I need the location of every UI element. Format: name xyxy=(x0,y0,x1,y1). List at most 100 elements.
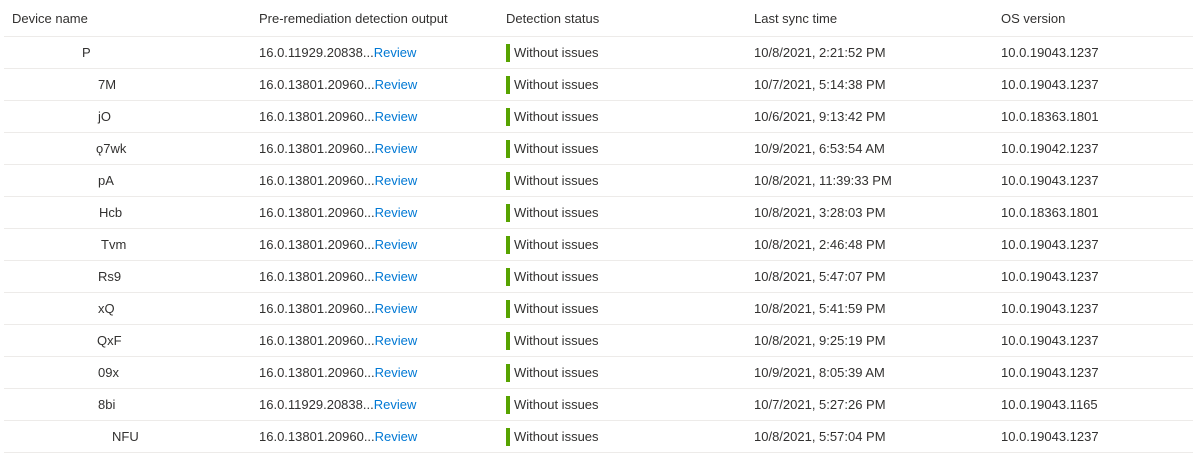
detection-status-cell: Without issues xyxy=(506,171,599,190)
device-name-cell[interactable]: pA xyxy=(98,173,114,188)
status-text: Without issues xyxy=(514,77,599,92)
pre-output-text: 16.0.13801.20960... xyxy=(259,429,375,444)
os-version-cell: 10.0.19043.1237 xyxy=(1001,365,1099,380)
pre-output-text: 16.0.11929.20838... xyxy=(259,45,374,60)
pre-output-cell: 16.0.13801.20960...Review xyxy=(259,301,417,316)
device-name-cell[interactable]: P xyxy=(82,45,91,60)
pre-output-text: 16.0.13801.20960... xyxy=(259,141,375,156)
os-version-cell: 10.0.18363.1801 xyxy=(1001,205,1099,220)
pre-output-text: 16.0.13801.20960... xyxy=(259,77,375,92)
status-indicator-icon xyxy=(506,171,510,190)
detection-status-cell: Without issues xyxy=(506,43,599,62)
status-indicator-icon xyxy=(506,395,510,414)
device-name-cell[interactable]: xQ xyxy=(98,301,115,316)
review-link[interactable]: Review xyxy=(375,301,418,316)
table-row[interactable]: Rs9 16.0.13801.20960...Review Without issu… xyxy=(4,261,1193,293)
pre-output-text: 16.0.13801.20960... xyxy=(259,205,375,220)
table-row[interactable]: NFU 16.0.13801.20960...Review Without issu… xyxy=(4,421,1193,453)
table-row[interactable]: xQ 16.0.13801.20960...Review Without issue… xyxy=(4,293,1193,325)
os-version-cell: 10.0.19043.1237 xyxy=(1001,301,1099,316)
column-header-last-sync[interactable]: Last sync time xyxy=(754,11,837,26)
device-name-cell[interactable]: NFU xyxy=(112,429,139,444)
pre-output-cell: 16.0.13801.20960...Review xyxy=(259,109,417,124)
table-body: P 16.0.11929.20838...Review Without issues… xyxy=(4,37,1193,453)
status-text: Without issues xyxy=(514,173,599,188)
device-name-cell[interactable]: 8bi xyxy=(98,397,115,412)
review-link[interactable]: Review xyxy=(375,333,418,348)
status-text: Without issues xyxy=(514,45,599,60)
pre-output-cell: 16.0.11929.20838...Review xyxy=(259,397,416,412)
status-indicator-icon xyxy=(506,107,510,126)
last-sync-cell: 10/9/2021, 8:05:39 AM xyxy=(754,365,885,380)
table-row[interactable]: Hcb 16.0.13801.20960...Review Without issu… xyxy=(4,197,1193,229)
review-link[interactable]: Review xyxy=(375,365,418,380)
os-version-cell: 10.0.19042.1237 xyxy=(1001,141,1099,156)
os-version-cell: 10.0.19043.1237 xyxy=(1001,333,1099,348)
device-name-cell[interactable]: Tvm xyxy=(101,237,126,252)
table-row[interactable]: Tvm 16.0.13801.20960...Review Without issu… xyxy=(4,229,1193,261)
pre-output-text: 16.0.13801.20960... xyxy=(259,301,375,316)
pre-output-cell: 16.0.11929.20838...Review xyxy=(259,45,416,60)
device-name-cell[interactable]: 09x xyxy=(98,365,119,380)
device-name-cell[interactable]: jO xyxy=(98,109,111,124)
device-status-table: Device name Pre-remediation detection ou… xyxy=(4,0,1193,453)
table-row[interactable]: jO 16.0.13801.20960...Review Without issue… xyxy=(4,101,1193,133)
status-text: Without issues xyxy=(514,429,599,444)
last-sync-cell: 10/8/2021, 2:21:52 PM xyxy=(754,45,886,60)
last-sync-cell: 10/7/2021, 5:14:38 PM xyxy=(754,77,886,92)
table-row[interactable]: 8bi 16.0.11929.20838...Review Without issu… xyxy=(4,389,1193,421)
review-link[interactable]: Review xyxy=(375,429,418,444)
table-row[interactable]: 09x 16.0.13801.20960...Review Without issu… xyxy=(4,357,1193,389)
table-row[interactable]: ǫ7wk 16.0.13801.20960...Review Without iss… xyxy=(4,133,1193,165)
device-name-cell[interactable]: Hcb xyxy=(99,205,122,220)
os-version-cell: 10.0.19043.1237 xyxy=(1001,45,1099,60)
review-link[interactable]: Review xyxy=(375,205,418,220)
table-header: Device name Pre-remediation detection ou… xyxy=(4,0,1193,37)
column-header-pre-output[interactable]: Pre-remediation detection output xyxy=(259,11,448,26)
detection-status-cell: Without issues xyxy=(506,267,599,286)
review-link[interactable]: Review xyxy=(374,397,417,412)
table-row[interactable]: 7M 16.0.13801.20960...Review Without issue… xyxy=(4,69,1193,101)
status-text: Without issues xyxy=(514,237,599,252)
device-name-cell[interactable]: Rs9 xyxy=(98,269,121,284)
review-link[interactable]: Review xyxy=(375,269,418,284)
os-version-cell: 10.0.19043.1237 xyxy=(1001,237,1099,252)
review-link[interactable]: Review xyxy=(375,109,418,124)
pre-output-cell: 16.0.13801.20960...Review xyxy=(259,333,417,348)
os-version-cell: 10.0.19043.1237 xyxy=(1001,77,1099,92)
os-version-cell: 10.0.19043.1237 xyxy=(1001,269,1099,284)
status-text: Without issues xyxy=(514,365,599,380)
status-text: Without issues xyxy=(514,269,599,284)
review-link[interactable]: Review xyxy=(375,237,418,252)
table-row[interactable]: pA 16.0.13801.20960...Review Without issue… xyxy=(4,165,1193,197)
column-header-device-name[interactable]: Device name xyxy=(12,11,88,26)
device-name-cell[interactable]: QxF xyxy=(97,333,122,348)
last-sync-cell: 10/7/2021, 5:27:26 PM xyxy=(754,397,886,412)
detection-status-cell: Without issues xyxy=(506,75,599,94)
review-link[interactable]: Review xyxy=(375,141,418,156)
table-row[interactable]: QxF 16.0.13801.20960...Review Without issu… xyxy=(4,325,1193,357)
os-version-cell: 10.0.19043.1237 xyxy=(1001,429,1099,444)
last-sync-cell: 10/8/2021, 11:39:33 PM xyxy=(754,173,892,188)
last-sync-cell: 10/8/2021, 5:57:04 PM xyxy=(754,429,886,444)
review-link[interactable]: Review xyxy=(375,77,418,92)
pre-output-text: 16.0.13801.20960... xyxy=(259,333,375,348)
pre-output-cell: 16.0.13801.20960...Review xyxy=(259,429,417,444)
table-row[interactable]: P 16.0.11929.20838...Review Without issues… xyxy=(4,37,1193,69)
status-indicator-icon xyxy=(506,427,510,446)
last-sync-cell: 10/8/2021, 3:28:03 PM xyxy=(754,205,886,220)
device-name-cell[interactable]: ǫ7wk xyxy=(96,141,126,156)
pre-output-cell: 16.0.13801.20960...Review xyxy=(259,205,417,220)
pre-output-cell: 16.0.13801.20960...Review xyxy=(259,173,417,188)
status-indicator-icon xyxy=(506,235,510,254)
status-indicator-icon xyxy=(506,203,510,222)
status-text: Without issues xyxy=(514,205,599,220)
device-name-cell[interactable]: 7M xyxy=(98,77,116,92)
pre-output-text: 16.0.11929.20838... xyxy=(259,397,374,412)
review-link[interactable]: Review xyxy=(375,173,418,188)
os-version-cell: 10.0.19043.1237 xyxy=(1001,173,1099,188)
column-header-status[interactable]: Detection status xyxy=(506,11,599,26)
review-link[interactable]: Review xyxy=(374,45,417,60)
pre-output-text: 16.0.13801.20960... xyxy=(259,173,375,188)
column-header-os-version[interactable]: OS version xyxy=(1001,11,1065,26)
